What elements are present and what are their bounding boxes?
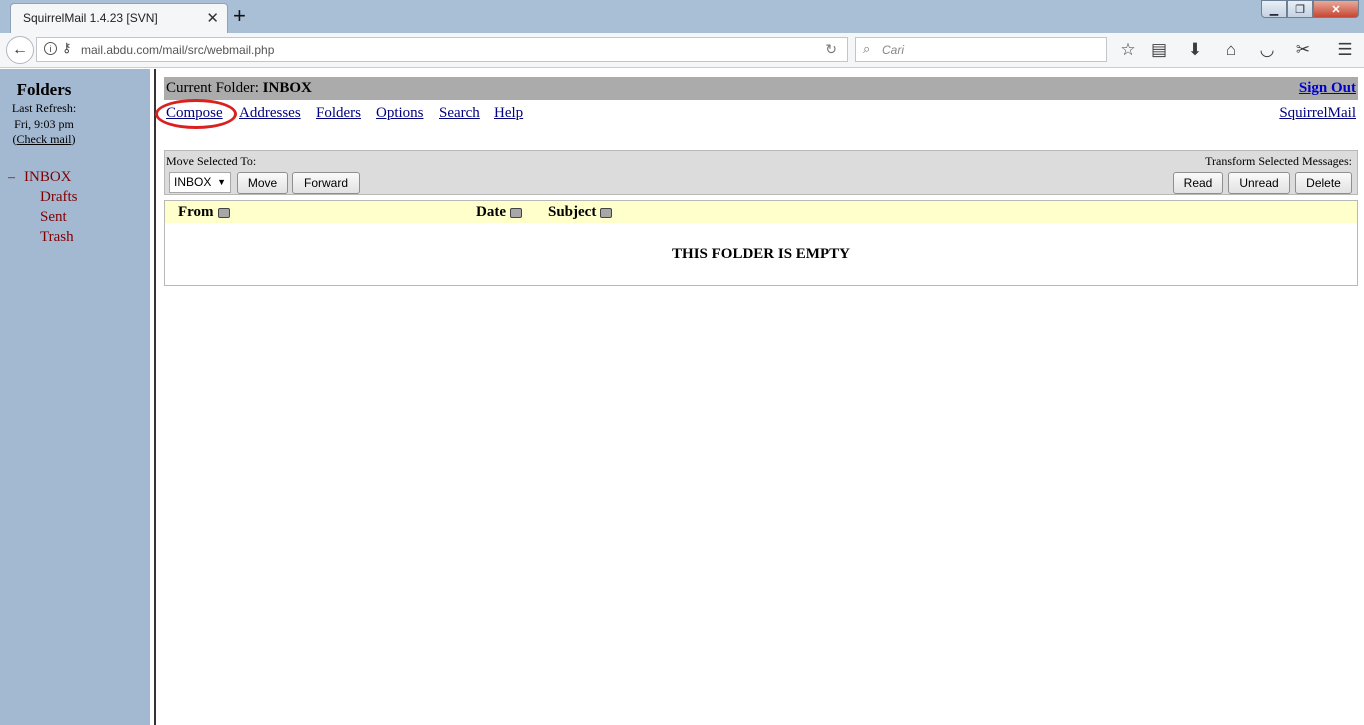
close-tab-icon[interactable]: ✕ — [206, 9, 219, 27]
forward-button[interactable]: Forward — [292, 172, 360, 194]
from-label: From — [178, 204, 214, 220]
folders-link[interactable]: Folders — [316, 105, 361, 122]
search-link[interactable]: Search — [439, 105, 480, 122]
column-header-date: Date — [476, 204, 522, 221]
new-tab-icon[interactable]: + — [233, 2, 246, 30]
annotation-circle — [155, 99, 237, 129]
column-header-subject: Subject — [548, 204, 613, 221]
browser-tab[interactable]: SquirrelMail 1.4.23 [SVN] ✕ — [10, 3, 228, 33]
url-text[interactable]: mail.abdu.com/mail/src/webmail.php — [81, 43, 274, 57]
reading-list-icon[interactable]: ▤ — [1147, 38, 1171, 62]
pocket-icon[interactable]: ◡ — [1255, 38, 1279, 62]
subject-label: Subject — [548, 204, 597, 220]
message-list-header: From Date Subject — [165, 201, 1357, 223]
check-mail-close-paren: ) — [71, 132, 76, 146]
tab-bar: SquirrelMail 1.4.23 [SVN] ✕ + ▁ ❐ ✕ — [0, 0, 1364, 33]
message-action-bar: Move Selected To: Transform Selected Mes… — [164, 150, 1358, 195]
move-selected-label: Move Selected To: — [166, 154, 257, 168]
tab-title: SquirrelMail 1.4.23 [SVN] — [23, 11, 158, 25]
read-button[interactable]: Read — [1173, 172, 1223, 194]
chevron-down-icon: ▼ — [217, 177, 226, 187]
sort-icon[interactable] — [600, 207, 613, 218]
empty-folder-message: THIS FOLDER IS EMPTY — [672, 246, 850, 262]
reload-icon[interactable]: ↻ — [825, 41, 837, 58]
folder-sent[interactable]: Sent — [40, 209, 67, 226]
key-icon: ⚷ — [62, 40, 72, 55]
transform-selected-label: Transform Selected Messages: — [1205, 154, 1352, 168]
screenshot-icon[interactable]: ✂ — [1291, 38, 1315, 62]
addresses-link[interactable]: Addresses — [239, 105, 301, 122]
date-label: Date — [476, 204, 506, 220]
menu-icon[interactable]: ☰ — [1333, 38, 1357, 62]
back-arrow-icon[interactable]: ← — [6, 36, 34, 64]
column-header-from: From — [178, 204, 230, 221]
folder-trash[interactable]: Trash — [40, 229, 74, 246]
options-link[interactable]: Options — [376, 105, 424, 122]
bookmark-star-icon[interactable]: ☆ — [1116, 38, 1140, 62]
folders-title: Folders — [16, 80, 72, 99]
minimize-window-icon[interactable]: ▁ — [1261, 0, 1287, 18]
squirrelmail-link[interactable]: SquirrelMail — [1279, 105, 1356, 122]
last-refresh-time: Fri, 9:03 pm — [14, 117, 74, 131]
check-mail: (Check mail) — [0, 132, 88, 147]
download-icon[interactable]: ⬇ — [1183, 38, 1207, 62]
current-folder-label: Current Folder: — [166, 80, 259, 96]
close-window-icon[interactable]: ✕ — [1313, 0, 1359, 18]
sort-icon[interactable] — [510, 207, 522, 218]
help-link[interactable]: Help — [494, 105, 523, 122]
move-button[interactable]: Move — [237, 172, 288, 194]
current-folder-bar: Current Folder: INBOX Sign Out — [164, 77, 1358, 100]
last-refresh-label: Last Refresh: — [11, 101, 77, 115]
current-folder: Current Folder: INBOX — [166, 80, 312, 97]
folder-pane: Folders Last Refresh: Fri, 9:03 pm (Chec… — [0, 69, 150, 725]
last-refresh: Last Refresh: Fri, 9:03 pm — [0, 100, 88, 132]
collapse-folders-toggle[interactable]: – — [8, 170, 15, 186]
folder-inbox[interactable]: INBOX — [24, 169, 72, 186]
search-icon: ⌕ — [863, 41, 871, 56]
info-icon[interactable]: i — [44, 42, 57, 55]
home-icon[interactable]: ⌂ — [1219, 38, 1243, 62]
delete-button[interactable]: Delete — [1295, 172, 1352, 194]
unread-button[interactable]: Unread — [1228, 172, 1290, 194]
current-folder-name: INBOX — [262, 80, 312, 96]
check-mail-link[interactable]: Check mail — [17, 132, 72, 146]
search-input[interactable]: ⌕ Cari — [855, 37, 1107, 62]
search-placeholder: Cari — [882, 43, 905, 57]
folder-drafts[interactable]: Drafts — [40, 189, 78, 206]
move-target-value: INBOX — [174, 175, 212, 189]
move-target-select[interactable]: INBOX ▼ — [169, 172, 231, 193]
url-bar[interactable]: i ⚷ mail.abdu.com/mail/src/webmail.php ↻ — [36, 37, 848, 62]
sign-out-link[interactable]: Sign Out — [1299, 80, 1356, 97]
message-list: From Date Subject THIS FOLDER IS EMPTY — [164, 200, 1358, 286]
navigation-toolbar: ← i ⚷ mail.abdu.com/mail/src/webmail.php… — [0, 33, 1364, 68]
sort-icon[interactable] — [217, 207, 230, 218]
restore-window-icon[interactable]: ❐ — [1287, 0, 1313, 18]
frame-divider[interactable] — [150, 69, 156, 725]
